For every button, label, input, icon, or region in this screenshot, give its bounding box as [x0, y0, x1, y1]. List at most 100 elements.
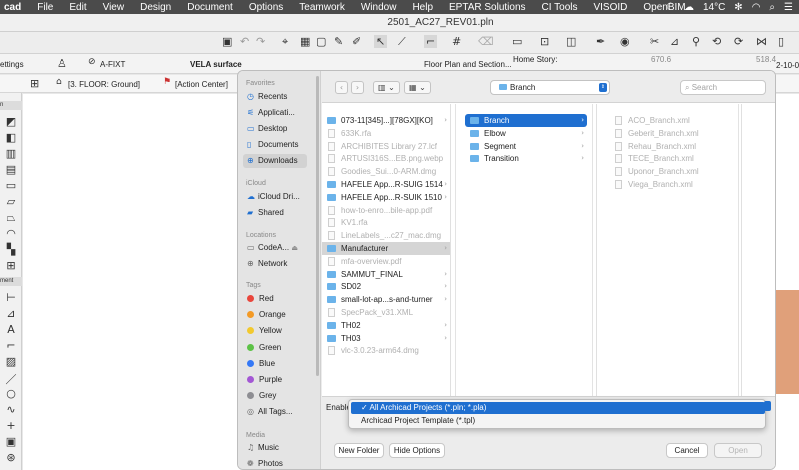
box-icon[interactable]: ▯ [778, 35, 784, 48]
measure-icon[interactable]: ⊿ [670, 35, 679, 48]
file-row[interactable]: Geberit_Branch.xml [609, 127, 733, 140]
sidebar-item-documents[interactable]: ▯ Documents [247, 138, 298, 152]
file-row[interactable]: SpecPack_v31.XML [322, 306, 450, 319]
control-center-icon[interactable]: ☰ [784, 2, 793, 13]
file-row[interactable]: mfa-overview.pdf [322, 255, 450, 268]
line-tool-icon[interactable]: ／ [3, 371, 19, 387]
group-mode-button[interactable]: ▦ ⌄ [404, 81, 431, 94]
file-row[interactable]: ACO_Branch.xml [609, 114, 733, 127]
menu-window[interactable]: Window [353, 2, 405, 13]
folder-row[interactable]: 073-11[345]...][78GX][KO] › [322, 114, 450, 127]
sidebar-item-downloads[interactable]: ⊕ Downloads [243, 154, 307, 168]
menu-teamwork[interactable]: Teamwork [291, 2, 353, 13]
column-1-scrollbar[interactable] [450, 104, 451, 396]
sidebar-item-desktop[interactable]: ▭ Desktop [247, 122, 287, 136]
redo-icon[interactable]: ↷ [256, 35, 265, 48]
fill-tool-icon[interactable]: ▨ [3, 355, 19, 368]
folder-row[interactable]: Transition › [465, 152, 587, 165]
file-type-option-archicad-template[interactable]: Archicad Project Template (*.tpl) [351, 415, 765, 427]
menu-edit[interactable]: Edit [61, 2, 94, 13]
file-row[interactable]: vlc-3.0.23-arm64.dmg [322, 344, 450, 357]
figure-tool-icon[interactable]: ▣ [3, 435, 19, 448]
wall-tool-icon[interactable]: ◩ [3, 115, 19, 128]
guide-icon[interactable]: ⟋ [398, 35, 406, 49]
sidebar-scrollbar[interactable] [316, 76, 319, 376]
sidebar-tag-green[interactable]: Green [247, 341, 281, 355]
folder-row[interactable]: small-lot-ap...s-and-turner › [322, 293, 450, 306]
menu-design[interactable]: Design [132, 2, 179, 13]
file-row[interactable]: Viega_Branch.xml [609, 178, 733, 191]
menu-options[interactable]: Options [241, 2, 291, 13]
sidebar-item-photos[interactable]: ❁ Photos [247, 457, 283, 469]
syringe-icon[interactable]: ✐ [352, 35, 361, 48]
search-field[interactable]: ⌕ Search [680, 80, 766, 95]
coord-value-2[interactable]: 518.4 [756, 55, 776, 64]
camera-tool-icon[interactable]: ⊛ [3, 451, 19, 464]
window-tool-icon[interactable]: ▥ [3, 147, 19, 160]
group-icon[interactable]: ◫ [566, 35, 576, 48]
rotate-icon[interactable]: ⟳ [734, 35, 743, 48]
sidebar-item-shared[interactable]: ▰ Shared [247, 206, 284, 220]
tab-floor-plan[interactable]: [3. FLOOR: Ground] [68, 80, 140, 89]
view-value[interactable]: Floor Plan and Section... [424, 60, 512, 69]
render-icon[interactable]: ◉ [620, 35, 630, 48]
eyedropper-icon[interactable]: ✎ [334, 35, 343, 48]
column-3-scrollbar[interactable] [741, 104, 742, 396]
coord-value-1[interactable]: 670.6 [651, 55, 671, 64]
forward-button[interactable]: › [351, 81, 364, 94]
folder-row[interactable]: HAFELE App...R-SUIK 1510 › [322, 191, 450, 204]
file-row[interactable]: 633K.rfa [322, 127, 450, 140]
sidebar-item-recents[interactable]: ◷ Recents [247, 90, 287, 104]
search-icon[interactable]: ⌕ [769, 2, 775, 13]
sidebar-tag-purple[interactable]: Purple [247, 373, 282, 387]
open-button[interactable]: Open [714, 443, 762, 458]
lock-icon[interactable]: ⊡ [540, 35, 549, 48]
folder-row[interactable]: Elbow › [465, 127, 587, 140]
beam-tool-icon[interactable]: ▭ [3, 179, 19, 192]
weather-temp[interactable]: 14°C [703, 2, 725, 13]
railing-tool-icon[interactable]: ⊞ [3, 259, 19, 272]
dimension-tool-icon[interactable]: ⊢ [3, 291, 19, 304]
level-tool-icon[interactable]: ⊿ [3, 307, 19, 320]
menu-ci-tools[interactable]: CI Tools [534, 2, 586, 13]
sidebar-tag-blue[interactable]: Blue [247, 357, 275, 371]
shell-tool-icon[interactable]: ◠ [3, 227, 19, 240]
file-type-option-archicad-projects[interactable]: ✓ All Archicad Projects (*.pln; *.pla) [351, 402, 765, 414]
file-row[interactable]: LineLabels_...c27_mac.dmg [322, 229, 450, 242]
spline-tool-icon[interactable]: ∿ [3, 403, 19, 416]
wifi-icon[interactable]: ◠ [752, 2, 761, 13]
folder-row[interactable]: HAFELE App...R-SUIG 1514 › [322, 178, 450, 191]
menu-eptar[interactable]: EPTAR Solutions [441, 2, 534, 13]
file-row[interactable]: Uponor_Branch.xml [609, 165, 733, 178]
label-tool-icon[interactable]: ⌐ [3, 339, 19, 352]
app-menu[interactable]: cad [0, 2, 29, 13]
circle-tool-icon[interactable]: ○ [3, 387, 19, 400]
undo-icon[interactable]: ↶ [240, 35, 249, 48]
layer-value[interactable]: A-FIXT [100, 60, 125, 69]
folder-row[interactable]: SAMMUT_FINAL › [322, 268, 450, 281]
file-row[interactable]: KV1.rfa [322, 216, 450, 229]
pen-icon[interactable]: ✒ [596, 35, 605, 48]
sidebar-item-codea[interactable]: ▭ CodeA... ⏏ [247, 241, 298, 255]
file-row[interactable]: TECE_Branch.xml [609, 152, 733, 165]
door-tool-icon[interactable]: ◧ [3, 131, 19, 144]
roof-tool-icon[interactable]: ⏢ [3, 211, 19, 225]
folder-row[interactable]: Segment › [465, 140, 587, 153]
sidebar-tag-grey[interactable]: Grey [247, 389, 276, 403]
file-row[interactable]: Goodies_Sui...0-ARM.dmg [322, 165, 450, 178]
sidebar-item-network[interactable]: ⊕ Network [247, 257, 287, 271]
back-button[interactable]: ‹ [335, 81, 348, 94]
frame-icon[interactable]: ▭ [512, 35, 522, 48]
cancel-button[interactable]: Cancel [666, 443, 708, 458]
figure-icon[interactable]: ♙ [57, 57, 67, 70]
gear-icon[interactable]: ✻ [734, 2, 742, 13]
trim-icon[interactable]: ✂ [650, 35, 659, 48]
location-popup[interactable]: Branch ⇕ [490, 80, 610, 95]
moon-icon[interactable]: ☾ [666, 2, 675, 13]
sidebar-tag-all[interactable]: ◎ All Tags... [247, 405, 293, 419]
hotspot-tool-icon[interactable]: + [3, 419, 19, 432]
new-folder-button[interactable]: New Folder [334, 443, 384, 458]
file-row[interactable]: ARTUSI316S...EB.png.webp [322, 152, 450, 165]
snap-icon[interactable]: ⌐ [424, 35, 438, 48]
folder-row[interactable]: SD02 › [322, 280, 450, 293]
